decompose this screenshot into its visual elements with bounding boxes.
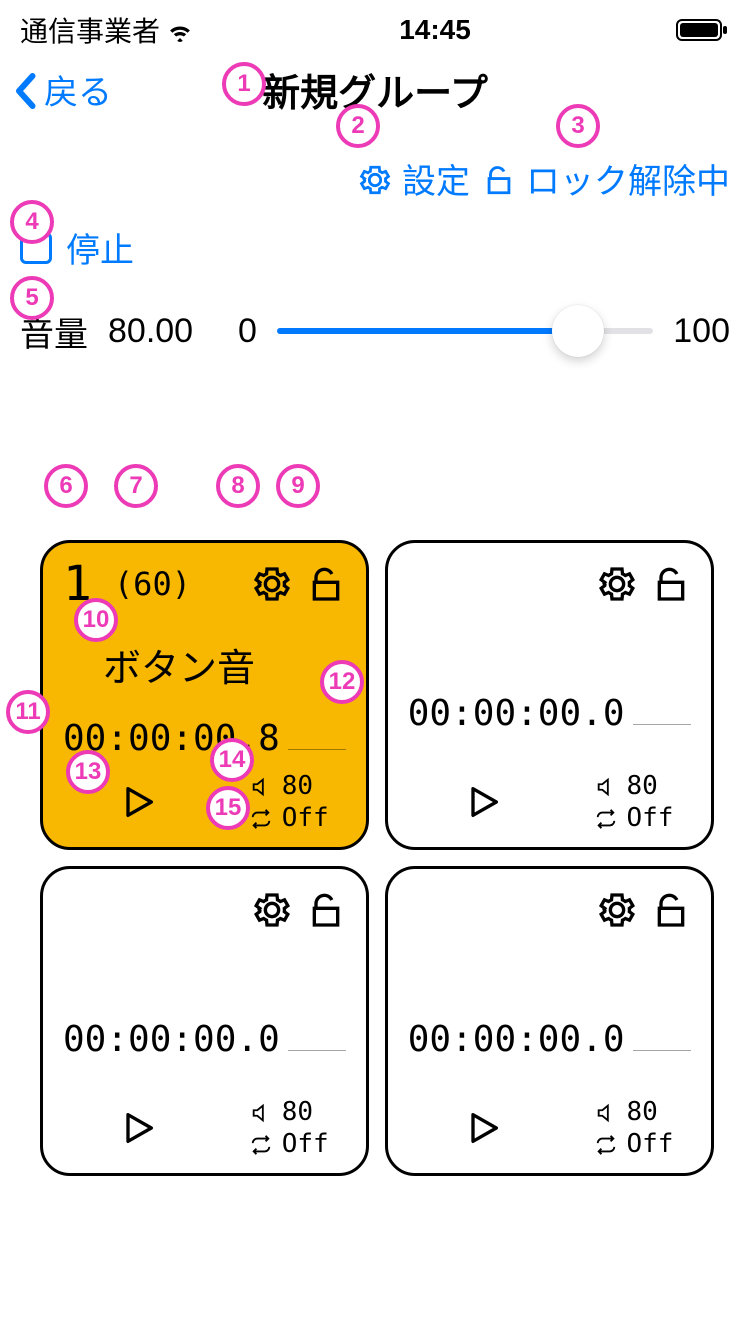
card-name [408,933,691,1013]
volume-value: 80.00 [108,312,218,351]
unlock-icon[interactable] [306,890,346,930]
loop-icon [250,1129,272,1159]
wifi-icon [166,14,194,46]
annotation-badge: 4 [10,200,54,244]
play-button[interactable] [463,1108,503,1148]
annotation-badge: 2 [336,104,380,148]
annotation-badge: 15 [206,786,250,830]
battery-icon [676,18,730,42]
stop-label: 停止 [66,223,134,272]
slider-thumb[interactable] [552,305,604,357]
lock-label: ロック解除中 [526,154,730,203]
gear-icon[interactable] [252,890,292,930]
sound-card[interactable]: 00:00:00.0 80 Off [40,866,369,1176]
sound-card[interactable]: 1 (60) ボタン音 00:00:00.8 80 [40,540,369,850]
card-loop: Off [282,803,329,833]
speaker-icon [250,1097,272,1127]
gear-icon[interactable] [252,564,292,604]
back-button[interactable]: 戻る [14,65,112,114]
chevron-left-icon [14,69,36,108]
annotation-badge: 3 [556,104,600,148]
card-duration [633,724,691,725]
volume-row: 音量 80.00 0 100 [0,282,750,380]
card-loop: Off [627,803,674,833]
card-time: 00:00:00.0 [408,1019,625,1060]
annotation-badge: 5 [10,276,54,320]
speaker-icon [595,1097,617,1127]
card-duration [288,749,346,750]
stop-row: 停止 [0,213,750,282]
lock-toggle[interactable]: ロック解除中 [482,154,730,203]
volume-slider[interactable] [277,306,653,356]
card-volume: 80 [627,771,658,801]
card-volume: 80 [282,1097,313,1127]
sound-card[interactable]: 00:00:00.0 80 Off [385,540,714,850]
annotation-badge: 6 [44,464,88,508]
settings-label: 設定 [402,154,470,203]
settings-button[interactable]: 設定 [358,154,470,203]
back-label: 戻る [44,65,112,114]
annotation-badge: 9 [276,464,320,508]
gear-icon[interactable] [597,890,637,930]
card-bpm: (60) [114,565,191,603]
volume-min: 0 [238,312,257,351]
clock: 14:45 [399,14,471,46]
speaker-icon [250,771,272,801]
card-grid: 1 (60) ボタン音 00:00:00.8 80 [0,540,750,1176]
annotation-badge: 11 [6,690,50,734]
unlock-icon[interactable] [651,890,691,930]
page-title: 新規グループ [262,62,488,117]
card-time: 00:00:00.0 [63,1019,280,1060]
card-time: 00:00:00.0 [408,693,625,734]
annotation-badge: 14 [210,738,254,782]
card-loop: Off [282,1129,329,1159]
speaker-icon [595,771,617,801]
volume-max: 100 [673,312,730,351]
annotation-badge: 13 [66,750,110,794]
sound-card[interactable]: 00:00:00.0 80 Off [385,866,714,1176]
unlock-icon[interactable] [651,564,691,604]
carrier-label: 通信事業者 [20,10,160,50]
unlock-icon[interactable] [306,564,346,604]
card-volume: 80 [627,1097,658,1127]
play-button[interactable] [463,782,503,822]
loop-icon [595,803,617,833]
play-button[interactable] [118,782,158,822]
annotation-badge: 10 [74,598,118,642]
status-bar: 通信事業者 14:45 [0,0,750,54]
card-duration [633,1050,691,1051]
loop-icon [250,803,272,833]
annotation-badge: 7 [114,464,158,508]
unlock-icon [482,159,516,198]
card-duration [288,1050,346,1051]
annotation-badge: 1 [222,62,266,106]
card-name [408,607,691,687]
play-button[interactable] [118,1108,158,1148]
gear-icon[interactable] [597,564,637,604]
card-name [63,933,346,1013]
annotation-badge: 12 [320,660,364,704]
card-volume: 80 [282,771,313,801]
loop-icon [595,1129,617,1159]
annotation-badge: 8 [216,464,260,508]
gear-icon [358,159,392,198]
card-loop: Off [627,1129,674,1159]
